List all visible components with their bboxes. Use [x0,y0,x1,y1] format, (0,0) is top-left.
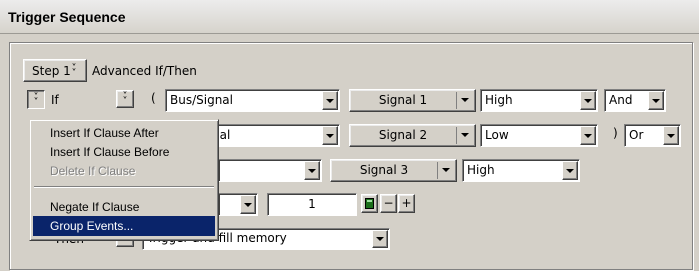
dropdown-arrow-icon[interactable] [304,161,320,180]
dropdown-arrow-icon [457,125,473,145]
if-clause-context-menu: Insert If Clause After Insert If Clause … [29,119,219,241]
logic-select-1[interactable]: And [604,89,666,112]
source-select-1[interactable]: Bus/Signal [165,89,340,112]
value-select-1-value: High [485,93,513,107]
logic-select-2-value: Or [629,128,644,142]
dropdown-arrow-icon[interactable] [580,91,596,110]
value-select-3[interactable]: High [462,159,580,182]
close-paren: ) [613,126,618,140]
menu-item-negate[interactable]: Negate If Clause [33,197,215,217]
panel-header: Trigger Sequence [0,0,699,34]
logic-select-2[interactable]: Or [624,124,681,147]
open-paren: ( [151,91,156,105]
if-type-dropdown[interactable]: ˅ ˅ [116,90,134,108]
menu-item-insert-after[interactable]: Insert If Clause After [33,123,215,143]
dropdown-arrow-icon[interactable] [663,126,679,145]
signal-3-button[interactable]: Signal 3 [330,159,457,182]
dropdown-arrow-icon[interactable] [372,230,388,248]
chevron-down-icon: ˅˅ [122,91,128,107]
if-clause-menu-button[interactable]: ˅ ˅ [27,90,45,109]
value-select-3-value: High [467,163,495,177]
signal-3-label: Signal 3 [359,163,409,177]
dropdown-arrow-icon[interactable] [322,91,338,110]
menu-separator [34,186,214,188]
dropdown-arrow-icon [457,90,473,110]
menu-item-delete[interactable]: Delete If Clause [33,161,215,181]
dropdown-arrow-icon[interactable] [580,126,596,145]
step-label: Step 1 [32,64,71,78]
plus-icon: + [401,196,412,210]
chevron-down-icon: ˅˅ [33,92,39,108]
source-select-1-value: Bus/Signal [170,93,233,107]
signal-2-label: Signal 2 [378,128,428,142]
if-label: If [51,93,59,107]
signal-1-label: Signal 1 [378,93,428,107]
dropdown-arrow-icon[interactable] [562,161,578,180]
decrement-button[interactable]: − [380,194,397,213]
count-input[interactable]: 1 [267,193,357,216]
menu-item-insert-before[interactable]: Insert If Clause Before [33,142,215,162]
dropdown-arrow-icon [438,160,454,180]
signal-1-button[interactable]: Signal 1 [349,89,476,112]
value-select-2[interactable]: Low [480,124,598,147]
count-value: 1 [308,197,316,211]
logic-select-1-value: And [609,93,633,107]
step-button[interactable]: Step 1 ˅ ˅ [23,59,87,82]
increment-button[interactable]: + [398,194,415,213]
dropdown-arrow-icon[interactable] [322,126,338,145]
chevron-down-icon: ˅˅ [71,63,77,79]
menu-item-group-events[interactable]: Group Events... [33,216,215,236]
minus-icon: − [383,196,394,210]
dropdown-arrow-icon[interactable] [240,195,256,214]
calculator-icon [365,198,374,209]
count-mode-select[interactable] [218,193,258,216]
value-select-2-value: Low [485,128,509,142]
value-select-1[interactable]: High [480,89,598,112]
signal-2-button[interactable]: Signal 2 [349,124,476,147]
step-type-label: Advanced If/Then [92,64,197,78]
dropdown-arrow-icon[interactable] [648,91,664,110]
panel-title: Trigger Sequence [8,9,126,25]
source-select-3[interactable] [218,159,322,182]
calculator-button[interactable] [361,194,378,213]
